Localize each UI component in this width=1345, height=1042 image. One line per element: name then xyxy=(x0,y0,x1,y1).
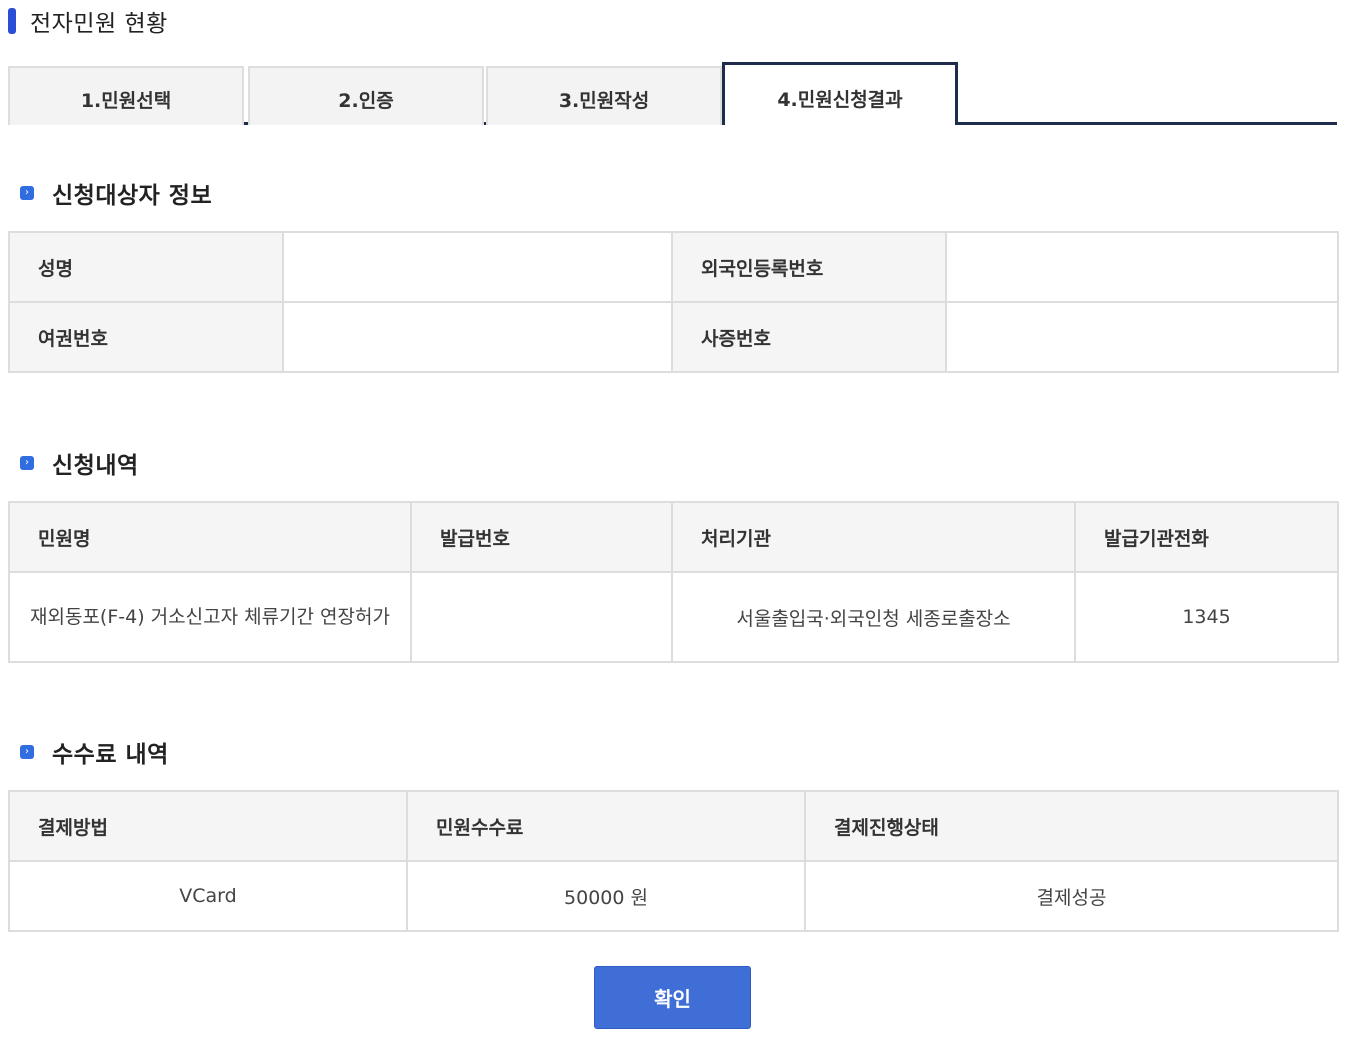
applicant-info-table: 성명 외국인등록번호 여권번호 사증번호 xyxy=(8,231,1339,373)
processing-office-cell: 서울출입국·외국인청 세종로출장소 xyxy=(671,571,1076,663)
col-payment-method: 결제방법 xyxy=(8,790,408,862)
payment-method-cell: VCard xyxy=(8,860,408,932)
payment-status-cell: 결제성공 xyxy=(804,860,1339,932)
col-complaint-name: 민원명 xyxy=(8,501,412,573)
passport-label: 여권번호 xyxy=(8,301,284,373)
table-row: VCard 50000 원 결제성공 xyxy=(8,860,1339,932)
section-fees-head: › 수수료 내역 xyxy=(20,735,169,769)
section-applicant-title: 신청대상자 정보 xyxy=(52,183,213,209)
tab-select-complaint[interactable]: 1.민원선택 xyxy=(8,66,244,125)
application-table: 민원명 발급번호 처리기관 발급기관전화 재외동포(F-4) 거소신고자 체류기… xyxy=(8,501,1339,663)
office-phone-cell: 1345 xyxy=(1074,571,1339,663)
section-applicant-head: › 신청대상자 정보 xyxy=(20,176,212,210)
section-application-title: 신청내역 xyxy=(52,453,139,479)
tab-application-result[interactable]: 4.민원신청결과 xyxy=(722,62,958,128)
name-label: 성명 xyxy=(8,231,284,303)
col-issue-number: 발급번호 xyxy=(410,501,673,573)
complaint-fee-cell: 50000 원 xyxy=(406,860,806,932)
section-fees-title: 수수료 내역 xyxy=(52,742,169,768)
alien-reg-label: 외국인등록번호 xyxy=(671,231,947,303)
issue-number-cell xyxy=(410,571,673,663)
fees-table: 결제방법 민원수수료 결제진행상태 VCard 50000 원 결제성공 xyxy=(8,790,1339,932)
title-accent-bar xyxy=(8,8,16,34)
name-value xyxy=(282,231,673,303)
page-title-text: 전자민원 현황 xyxy=(30,11,168,37)
tab-write-complaint[interactable]: 3.민원작성 xyxy=(486,66,722,125)
passport-value xyxy=(282,301,673,373)
confirm-button[interactable]: 확인 xyxy=(594,966,751,1029)
col-payment-status: 결제진행상태 xyxy=(804,790,1339,862)
arrow-right-icon: › xyxy=(20,456,34,470)
table-row: 재외동포(F-4) 거소신고자 체류기간 연장허가 서울출입국·외국인청 세종로… xyxy=(8,571,1339,663)
col-complaint-fee: 민원수수료 xyxy=(406,790,806,862)
complaint-name-cell: 재외동포(F-4) 거소신고자 체류기간 연장허가 xyxy=(8,571,412,663)
section-application-head: › 신청내역 xyxy=(20,446,139,480)
visa-label: 사증번호 xyxy=(671,301,947,373)
arrow-right-icon: › xyxy=(20,186,34,200)
page-title: 전자민원 현황 xyxy=(8,6,168,37)
alien-reg-value xyxy=(945,231,1339,303)
step-tabs: 1.민원선택 2.인증 3.민원작성 4.민원신청결과 xyxy=(8,62,1337,128)
col-processing-office: 처리기관 xyxy=(671,501,1076,573)
tab-authentication[interactable]: 2.인증 xyxy=(248,66,484,125)
visa-value xyxy=(945,301,1339,373)
arrow-right-icon: › xyxy=(20,745,34,759)
col-office-phone: 발급기관전화 xyxy=(1074,501,1339,573)
